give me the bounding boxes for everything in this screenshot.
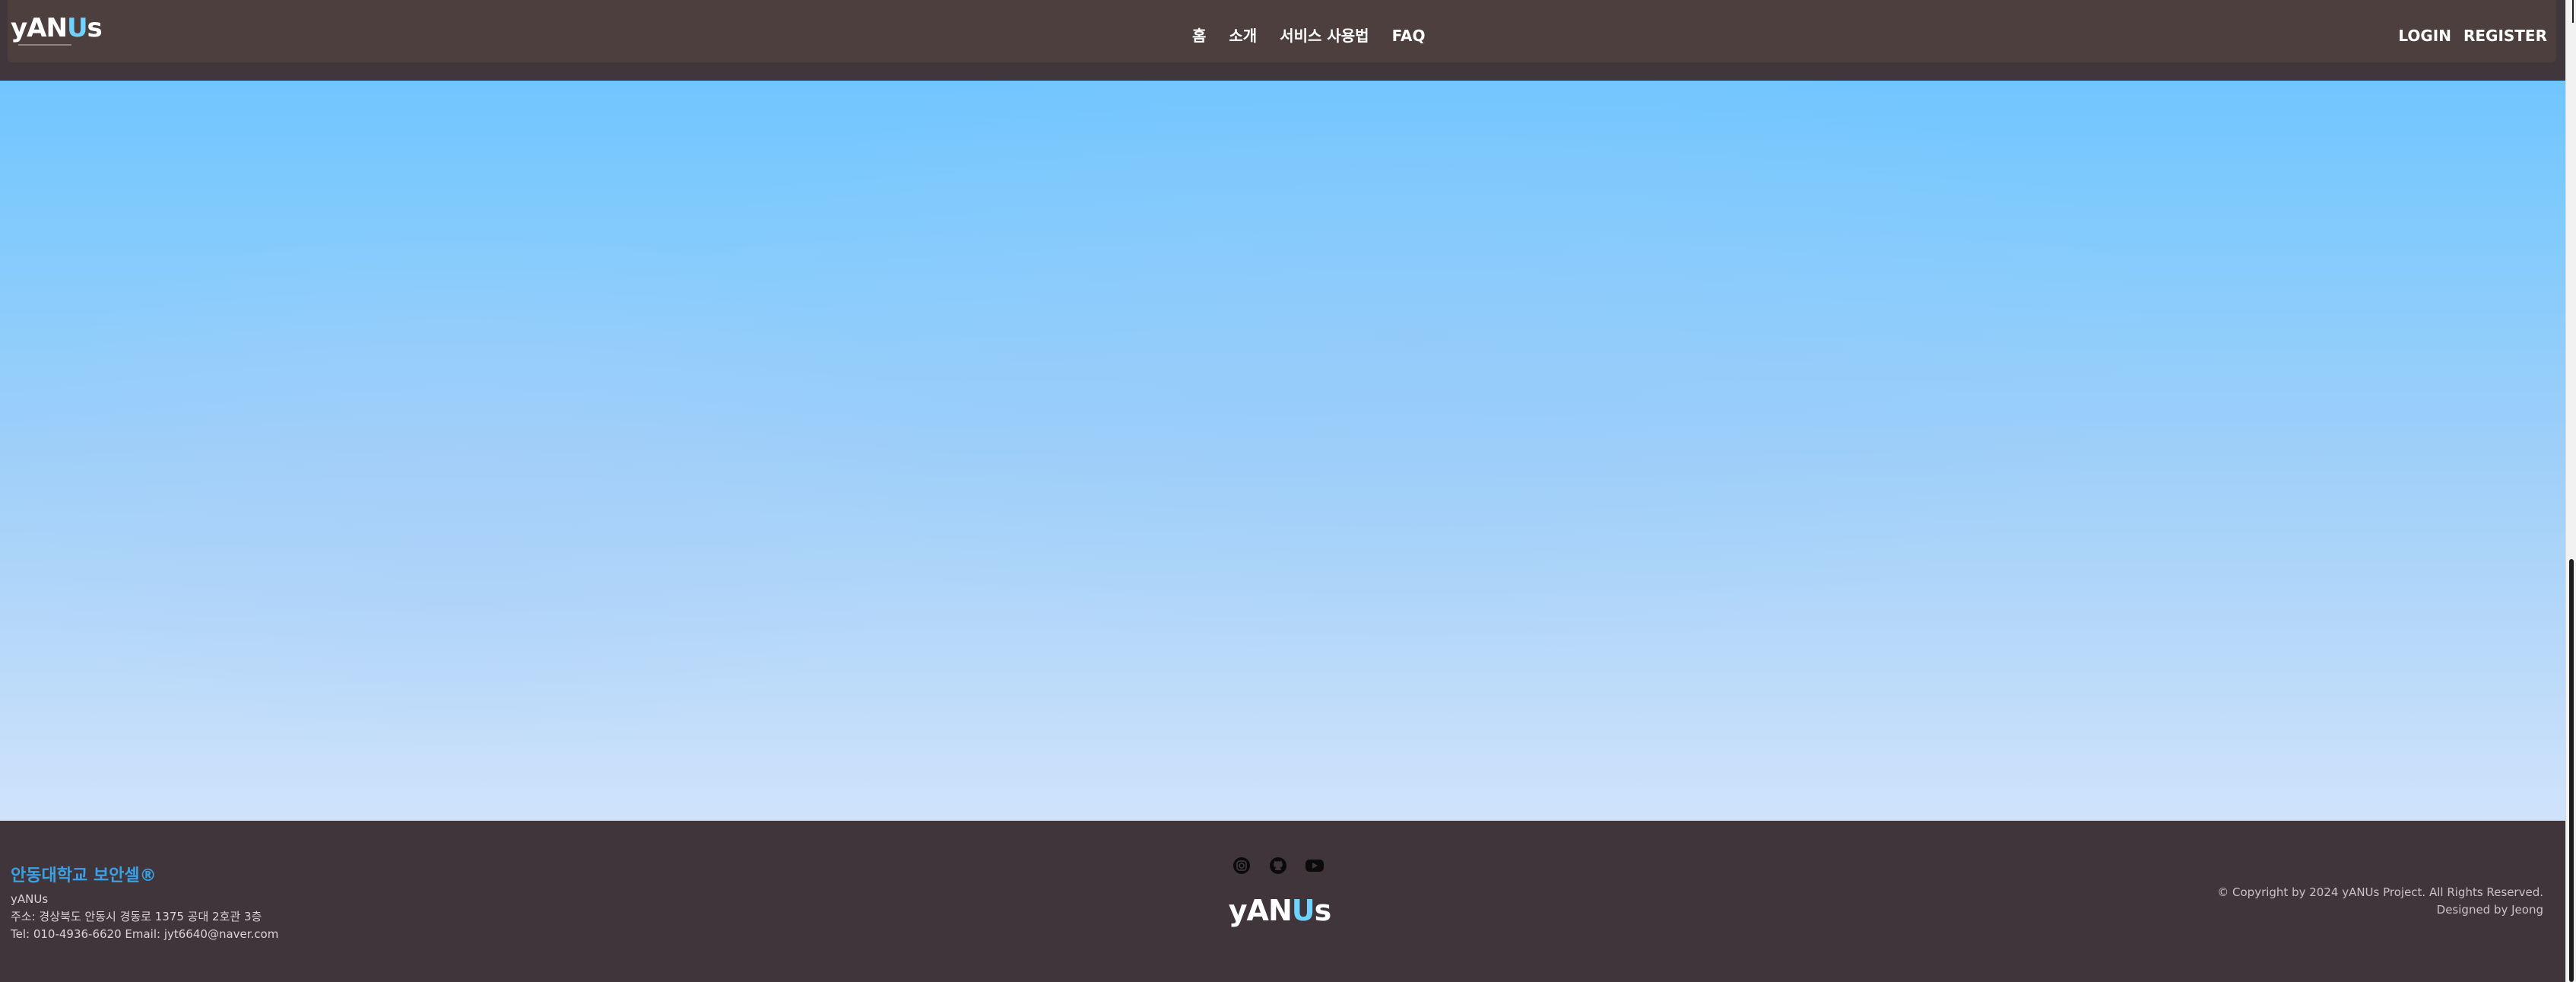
github-icon[interactable] (1268, 856, 1288, 876)
footer-logo: yANUs (1224, 894, 1335, 927)
scrollbar-edge (2572, 0, 2574, 23)
designer-credit: Designed by Jeong (2436, 903, 2543, 917)
main-nav: 홈 소개 서비스 사용법 FAQ (1192, 28, 1425, 43)
login-link[interactable]: LOGIN (2398, 28, 2451, 43)
site-logo[interactable]: yANUs (11, 13, 103, 43)
page: yANUs 홈 소개 서비스 사용법 FAQ LOGIN REGISTER 안동… (0, 0, 2576, 982)
instagram-icon[interactable] (1232, 856, 1252, 876)
register-link[interactable]: REGISTER (2463, 28, 2547, 43)
footer-logo-text: yAN (1228, 894, 1293, 927)
logo-text-end: s (87, 13, 103, 43)
logo-text-accent: U (66, 13, 88, 43)
footer-legal: © Copyright by 2024 yANUs Project. All R… (2217, 884, 2543, 919)
footer-logo-text-end: s (1314, 894, 1332, 927)
youtube-icon[interactable] (1305, 856, 1324, 876)
hero-sky-background (0, 81, 2566, 821)
footer: 안동대학교 보안셀® yANUs 주소: 경상북도 안동시 경동로 1375 공… (0, 821, 2566, 982)
footer-logo-accent: U (1291, 894, 1315, 927)
navbar: yANUs 홈 소개 서비스 사용법 FAQ LOGIN REGISTER (8, 0, 2556, 62)
footer-center: yANUs (1229, 856, 1335, 927)
scrollbar-thumb[interactable] (2569, 559, 2574, 982)
footer-name: yANUs (11, 892, 49, 906)
social-links (1221, 856, 1335, 876)
footer-brand: 안동대학교 보안셀® (11, 866, 157, 885)
logo-underline (18, 44, 71, 46)
footer-address: 주소: 경상북도 안동시 경동로 1375 공대 2호관 3층 (11, 910, 262, 923)
scrollbar-track[interactable] (2565, 0, 2576, 982)
nav-about[interactable]: 소개 (1229, 28, 1257, 43)
copyright-text: © Copyright by 2024 yANUs Project. All R… (2217, 885, 2543, 899)
nav-how-to-use[interactable]: 서비스 사용법 (1280, 28, 1369, 43)
footer-info: 안동대학교 보안셀® yANUs 주소: 경상북도 안동시 경동로 1375 공… (11, 862, 278, 943)
logo-text: yAN (11, 13, 68, 43)
footer-contact: Tel: 010-4936-6620 Email: jyt6640@naver.… (11, 927, 279, 941)
nav-home[interactable]: 홈 (1192, 28, 1206, 43)
header-band: yANUs 홈 소개 서비스 사용법 FAQ LOGIN REGISTER (0, 0, 2566, 81)
nav-faq[interactable]: FAQ (1392, 28, 1426, 43)
auth-links: LOGIN REGISTER (2398, 28, 2547, 43)
